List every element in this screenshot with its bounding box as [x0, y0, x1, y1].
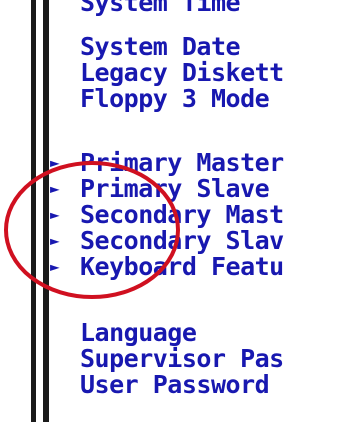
menu-item-label: Legacy Diskett	[80, 58, 284, 87]
menu-item-label: Language	[80, 318, 197, 347]
menu-item-language[interactable]: Language	[80, 318, 197, 347]
menu-item-secondary-slave[interactable]: ► Secondary Slav	[50, 226, 284, 255]
submenu-arrow-icon: ►	[50, 153, 60, 172]
menu-item-floppy-3-mode[interactable]: Floppy 3 Mode	[80, 84, 270, 113]
submenu-arrow-icon: ►	[50, 179, 60, 198]
menu-item-label: Floppy 3 Mode	[80, 84, 270, 113]
menu-item-label: User Password	[80, 370, 270, 399]
menu-item-label: Secondary Mast	[80, 200, 284, 229]
menu-item-label: Secondary Slav	[80, 226, 284, 255]
menu-item-label: Primary Master	[80, 148, 284, 177]
menu-item-legacy-diskette[interactable]: Legacy Diskett	[80, 60, 284, 86]
menu-item-keyboard-features[interactable]: ► Keyboard Featu	[50, 252, 284, 281]
menu-item-supervisor-password[interactable]: Supervisor Pas	[80, 346, 284, 372]
menu-item-label: System Date	[80, 32, 241, 61]
submenu-arrow-icon: ►	[50, 257, 60, 276]
menu-item-label: System Time	[80, 0, 241, 17]
bios-menu-list: System Time System Date Legacy Diskett F…	[0, 0, 339, 422]
menu-item-primary-slave[interactable]: ► Primary Slave	[50, 174, 270, 203]
menu-item-label: Supervisor Pas	[80, 344, 284, 373]
submenu-arrow-icon: ►	[50, 231, 60, 250]
menu-item-user-password[interactable]: User Password	[80, 370, 270, 399]
menu-item-system-time[interactable]: System Time	[80, 0, 241, 17]
bios-main-menu-panel: System Time System Date Legacy Diskett F…	[0, 0, 339, 422]
menu-item-secondary-master[interactable]: ► Secondary Mast	[50, 200, 284, 229]
menu-item-label: Keyboard Featu	[80, 252, 284, 281]
menu-item-system-date[interactable]: System Date	[80, 32, 241, 61]
menu-item-primary-master[interactable]: ► Primary Master	[50, 148, 284, 177]
menu-item-label: Primary Slave	[80, 174, 270, 203]
submenu-arrow-icon: ►	[50, 205, 60, 224]
